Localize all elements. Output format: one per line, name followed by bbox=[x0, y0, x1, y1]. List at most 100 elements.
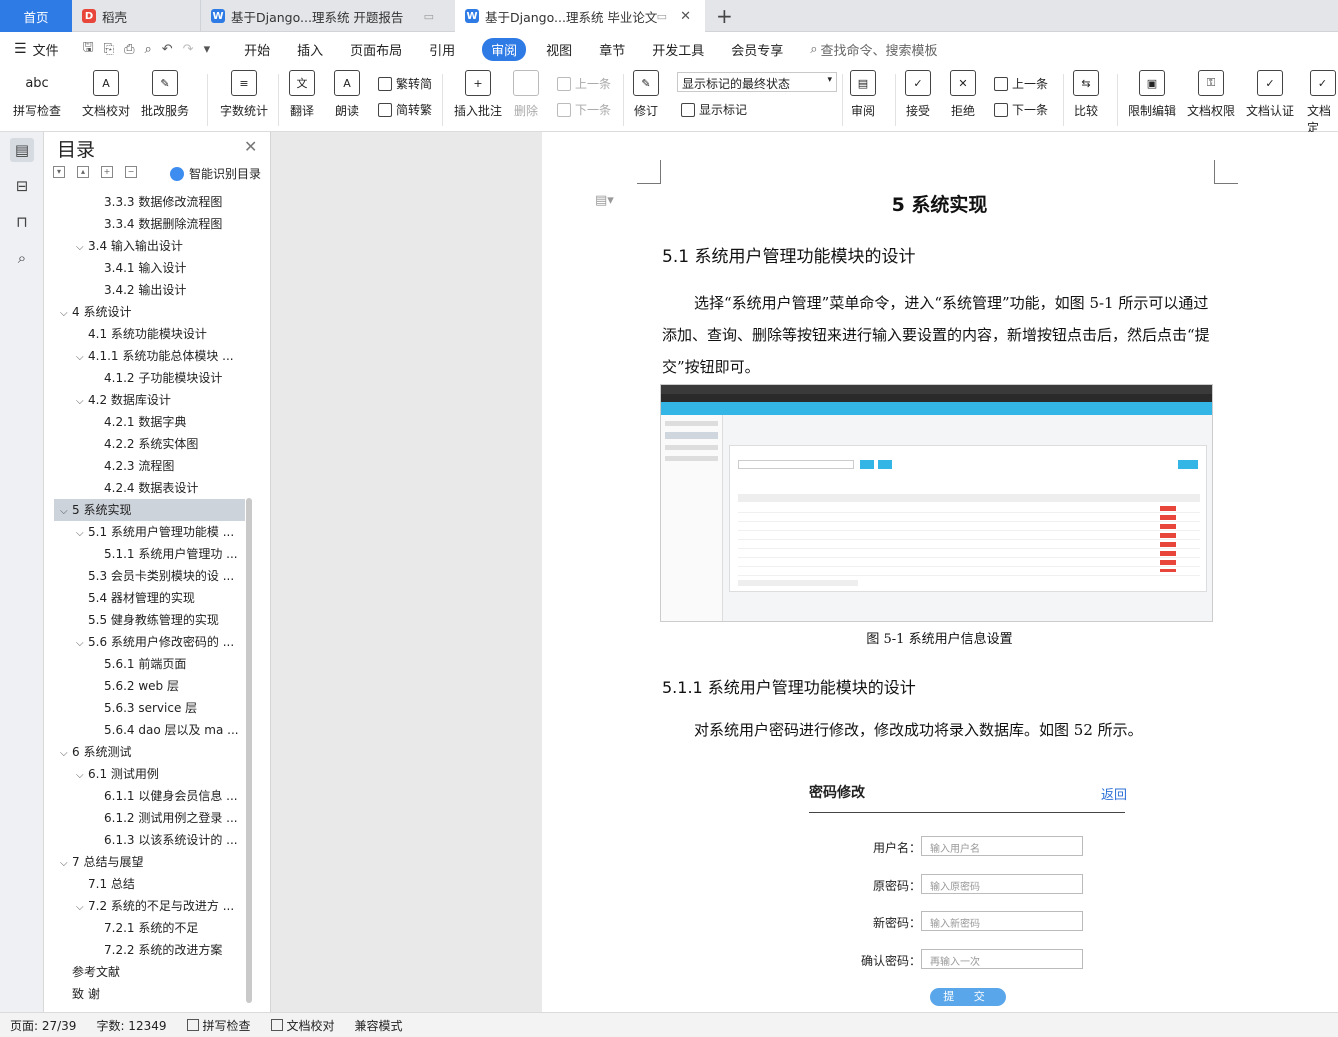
toc-item[interactable]: ⌵ 7.2 系统的不足与改进方 ... bbox=[54, 895, 245, 917]
pin-icon[interactable]: ▭ bbox=[657, 10, 667, 23]
tab-thesis-doc[interactable]: W 基于Django...理系统 毕业论文 ▭ ✕ bbox=[455, 0, 705, 32]
reject-button[interactable]: ✕ 拒绝 bbox=[950, 70, 976, 119]
toc-item[interactable]: 5.6.1 前端页面 bbox=[54, 653, 245, 675]
chevron-down-icon[interactable]: ⌵ bbox=[60, 853, 72, 873]
remove-level-icon[interactable]: − bbox=[125, 166, 137, 178]
toc-item[interactable]: ⌵ 5.6 系统用户修改密码的 ... bbox=[54, 631, 245, 653]
show-markup-button[interactable]: 显示标记 bbox=[681, 101, 747, 118]
accept-button[interactable]: ✓ 接受 bbox=[905, 70, 931, 119]
chevron-down-icon[interactable]: ⌵ bbox=[76, 347, 88, 367]
toc-item[interactable]: ⌵ 4.2 数据库设计 bbox=[54, 389, 245, 411]
restrict-edit-button[interactable]: ▣ 限制编辑 bbox=[1128, 70, 1176, 119]
pin-icon[interactable]: ▭ bbox=[424, 10, 434, 23]
toc-item[interactable]: 5.3 会员卡类别模块的设 ... bbox=[54, 565, 245, 587]
doc-cert-button[interactable]: ✓ 文档认证 bbox=[1246, 70, 1294, 119]
status-spell-check[interactable]: 拼写检查 bbox=[186, 1017, 251, 1034]
chevron-down-icon[interactable]: ⌵ bbox=[76, 523, 88, 543]
chevron-down-icon[interactable]: ⌵ bbox=[60, 303, 72, 323]
toc-item[interactable]: 4.2.1 数据字典 bbox=[54, 411, 245, 433]
trad-to-simp-button[interactable]: 繁转简 bbox=[378, 75, 432, 92]
toc-item[interactable]: 3.3.3 数据修改流程图 bbox=[54, 191, 245, 213]
more-icon[interactable]: ▾ bbox=[204, 42, 211, 57]
toc-item[interactable]: 5.6.4 dao 层以及 ma ... bbox=[54, 719, 245, 741]
word-count[interactable]: 字数: 12349 bbox=[96, 1017, 166, 1034]
toc-item[interactable]: 6.1.3 以该系统设计的 ... bbox=[54, 829, 245, 851]
toc-item[interactable]: 5.6.3 service 层 bbox=[54, 697, 245, 719]
toc-item[interactable]: 5.6.2 web 层 bbox=[54, 675, 245, 697]
close-icon[interactable]: ✕ bbox=[244, 137, 257, 156]
toc-item[interactable]: 4.2.4 数据表设计 bbox=[54, 477, 245, 499]
toc-item[interactable]: ⌵ 4 系统设计 bbox=[54, 301, 245, 323]
chevron-down-icon[interactable]: ⌵ bbox=[76, 633, 88, 653]
toc-item[interactable]: 7.2.1 系统的不足 bbox=[54, 917, 245, 939]
menu-insert[interactable]: 插入 bbox=[297, 40, 323, 59]
read-aloud-button[interactable]: A 朗读 bbox=[334, 70, 360, 119]
delete-comment-button[interactable]: 删除 bbox=[513, 70, 539, 119]
toc-item[interactable]: 7.2.2 系统的改进方案 bbox=[54, 939, 245, 961]
menu-devtools[interactable]: 开发工具 bbox=[652, 40, 704, 59]
chevron-down-icon[interactable]: ⌵ bbox=[76, 765, 88, 785]
toc-item[interactable]: 4.2.3 流程图 bbox=[54, 455, 245, 477]
chevron-down-icon[interactable]: ⌵ bbox=[76, 237, 88, 257]
toc-item[interactable]: 5.1.1 系统用户管理功 ... bbox=[54, 543, 245, 565]
menu-section[interactable]: 章节 bbox=[599, 40, 625, 59]
command-search[interactable]: ⌕ 查找命令、搜索模板 bbox=[810, 40, 937, 59]
review-pane-button[interactable]: ▤ 审阅 bbox=[850, 70, 876, 119]
smart-toc-button[interactable]: 智能识别目录 bbox=[170, 165, 261, 182]
toc-item[interactable]: 参考文献 bbox=[54, 961, 245, 983]
toc-item[interactable]: 3.3.4 数据删除流程图 bbox=[54, 213, 245, 235]
compare-button[interactable]: ⇆ 比较 bbox=[1073, 70, 1099, 119]
revise-button[interactable]: ✎ 修订 bbox=[633, 70, 659, 119]
next-change-button[interactable]: 下一条 bbox=[994, 101, 1048, 118]
toc-item[interactable]: ⌵ 6.1 测试用例 bbox=[54, 763, 245, 785]
menu-layout[interactable]: 页面布局 bbox=[350, 40, 402, 59]
chevron-down-icon[interactable]: ⌵ bbox=[60, 743, 72, 763]
tab-proposal-doc[interactable]: W 基于Django...理系统 开题报告 ▭ bbox=[200, 0, 454, 32]
toc-scrollbar[interactable] bbox=[246, 498, 252, 1003]
hamburger-icon[interactable]: ☰ bbox=[14, 41, 27, 57]
search-icon[interactable]: ⌕ bbox=[10, 246, 34, 270]
insert-comment-button[interactable]: + 插入批注 bbox=[454, 70, 502, 119]
tab-docer[interactable]: D 稻壳 bbox=[72, 0, 200, 32]
menu-start[interactable]: 开始 bbox=[244, 40, 270, 59]
expand-icon[interactable]: ▴ bbox=[77, 166, 89, 178]
add-level-icon[interactable]: + bbox=[101, 166, 113, 178]
markup-mode-select[interactable]: 显示标记的最终状态 ▾ bbox=[677, 72, 837, 92]
simp-to-trad-button[interactable]: 简转繁 bbox=[378, 101, 432, 118]
tab-home[interactable]: 首页 bbox=[0, 0, 72, 32]
toc-item[interactable]: ⌵ 5 系统实现 bbox=[54, 499, 245, 521]
toc-item[interactable]: 7.1 总结 bbox=[54, 873, 245, 895]
prev-comment-button[interactable]: 上一条 bbox=[557, 75, 611, 92]
page-count[interactable]: 页面: 27/39 bbox=[10, 1017, 76, 1034]
collapse-all-icon[interactable]: ▾ bbox=[53, 166, 65, 178]
bookmark-icon[interactable]: ⊓ bbox=[10, 210, 34, 234]
toc-item[interactable]: ⌵ 5.1 系统用户管理功能模 ... bbox=[54, 521, 245, 543]
new-tab-icon[interactable]: + bbox=[716, 4, 733, 28]
menu-view[interactable]: 视图 bbox=[546, 40, 572, 59]
toc-icon[interactable]: ▤ bbox=[10, 138, 34, 162]
toc-item[interactable]: ⌵ 7 总结与展望 bbox=[54, 851, 245, 873]
toc-item[interactable]: 6.1.1 以健身会员信息 ... bbox=[54, 785, 245, 807]
chevron-down-icon[interactable]: ⌵ bbox=[76, 391, 88, 411]
close-tab-icon[interactable]: ✕ bbox=[680, 9, 691, 24]
toc-item[interactable]: 4.1 系统功能模块设计 bbox=[54, 323, 245, 345]
translate-button[interactable]: 文翻译 bbox=[289, 70, 315, 119]
toc-item[interactable]: ⌵ 4.1.1 系统功能总体模块 ... bbox=[54, 345, 245, 367]
toc-item[interactable]: 6.1.2 测试用例之登录 ... bbox=[54, 807, 245, 829]
sections-icon[interactable]: ⊟ bbox=[10, 174, 34, 198]
paragraph-menu-icon[interactable]: ▤▾ bbox=[595, 193, 614, 208]
toc-item[interactable]: 5.5 健身教练管理的实现 bbox=[54, 609, 245, 631]
toc-item[interactable]: 4.1.2 子功能模块设计 bbox=[54, 367, 245, 389]
status-doc-proof[interactable]: 文档校对 bbox=[270, 1017, 335, 1034]
save-icon[interactable]: 🖫 bbox=[83, 38, 94, 60]
print-icon[interactable]: ⎙ bbox=[124, 42, 134, 57]
doc-more-button[interactable]: ✓ 文档定 bbox=[1307, 70, 1338, 136]
toc-item[interactable]: 5.4 器材管理的实现 bbox=[54, 587, 245, 609]
word-count-button[interactable]: ≡ 字数统计 bbox=[220, 70, 268, 119]
doc-proof-button[interactable]: A 文档校对 bbox=[82, 70, 130, 119]
prev-change-button[interactable]: 上一条 bbox=[994, 75, 1048, 92]
toc-item[interactable]: 4.2.2 系统实体图 bbox=[54, 433, 245, 455]
toc-item[interactable]: 3.4.2 输出设计 bbox=[54, 279, 245, 301]
next-comment-button[interactable]: 下一条 bbox=[557, 101, 611, 118]
menu-file[interactable]: 文件 bbox=[33, 40, 59, 59]
